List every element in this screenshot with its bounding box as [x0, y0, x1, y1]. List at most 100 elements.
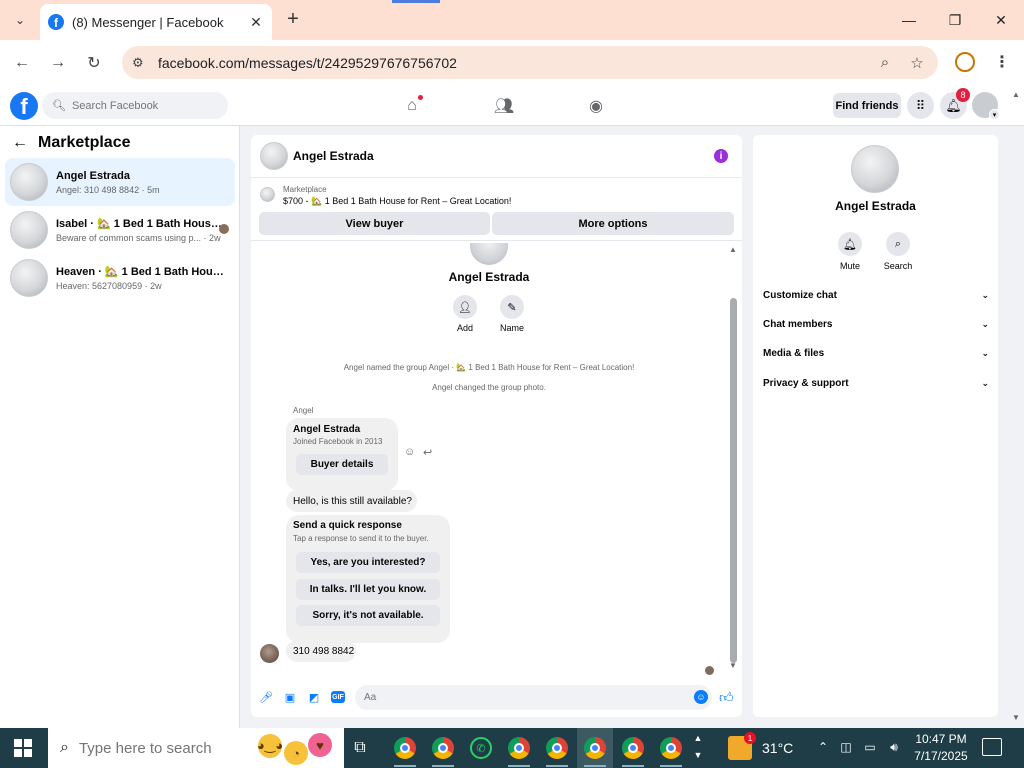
taskbar-scroll-arrows[interactable]: ▲ ▼ [692, 730, 704, 764]
reload-button[interactable]: ↻ [83, 52, 105, 74]
view-buyer-button[interactable]: View buyer [259, 212, 490, 235]
scrollbar-thumb[interactable] [730, 298, 737, 663]
buyer-details-button[interactable]: Buyer details [296, 454, 388, 475]
reply-icon[interactable]: ↩ [423, 446, 432, 459]
message-thread[interactable]: Angel Estrada 👤︎ Add ✎ Name Angel named … [251, 243, 742, 675]
listing-title[interactable]: $700 - 🏡 1 Bed 1 Bath House for Rent – G… [283, 196, 511, 207]
chrome-icon[interactable] [659, 736, 683, 760]
friends-icon[interactable]: 👥︎ [493, 95, 515, 117]
media-files-section[interactable]: Media & files ⌄ [763, 342, 989, 364]
new-tab-button[interactable]: + [282, 8, 304, 30]
task-view-icon[interactable]: ⧉ [348, 736, 372, 760]
notification-center-icon[interactable] [982, 738, 1002, 756]
search-in-chat-button[interactable]: ⌕ Search [873, 232, 923, 271]
groups-icon[interactable]: ◉ [585, 95, 607, 117]
menu-grid-icon[interactable]: ⠿ [907, 92, 934, 119]
quick-reply-in-talks-button[interactable]: In talks. I'll let you know. [296, 579, 440, 600]
thumbs-up-icon[interactable]: 👍︎ [719, 689, 734, 706]
avatar [10, 211, 48, 249]
address-bar[interactable]: ⚙ facebook.com/messages/t/24295297676756… [122, 46, 938, 79]
conversation-name: Heaven · 🏡 1 Bed 1 Bath House fo... [56, 266, 228, 278]
privacy-support-section[interactable]: Privacy & support ⌄ [763, 372, 989, 394]
site-settings-icon[interactable]: ⚙ [132, 55, 148, 71]
chrome-icon[interactable] [431, 736, 455, 760]
network-icon[interactable]: ▭ [862, 740, 878, 754]
profile-avatar[interactable] [851, 145, 899, 193]
more-options-button[interactable]: More options [492, 212, 734, 235]
heart-eyes-emoji-icon[interactable]: ♥ [308, 733, 332, 757]
browser-menu-icon[interactable]: ⋮ [994, 52, 1010, 72]
message-input[interactable] [364, 692, 684, 703]
info-icon[interactable]: i [714, 149, 728, 163]
chrome-icon[interactable] [545, 736, 569, 760]
volume-icon[interactable]: 🔊︎ [886, 740, 902, 755]
whatsapp-icon[interactable]: ✆ [469, 736, 493, 760]
conversation-item[interactable]: Angel Estrada Angel: 310 498 8842 · 5m [5, 158, 235, 206]
message-input-wrap[interactable]: ☺ [355, 685, 712, 710]
account-avatar[interactable]: ▾ [972, 92, 1000, 120]
restore-button[interactable]: ❐ [932, 6, 978, 34]
browser-profile-icon[interactable] [955, 52, 975, 72]
customize-chat-section[interactable]: Customize chat ⌄ [763, 284, 989, 306]
back-button[interactable]: ← [11, 52, 33, 74]
scroll-down-arrow[interactable]: ▼ [729, 661, 737, 670]
forward-button[interactable]: → [47, 52, 69, 74]
bell-icon: 🔔︎ [838, 232, 862, 256]
conversation-item[interactable]: Isabel · 🏡 1 Bed 1 Bath House f... Bewar… [5, 206, 235, 254]
group-avatar [470, 243, 508, 265]
browser-toolbar: ← → ↻ ⚙ facebook.com/messages/t/24295297… [0, 40, 1024, 86]
sender-avatar[interactable] [260, 644, 279, 663]
message-bubble[interactable]: Hello, is this still available? [286, 490, 417, 512]
page-scroll-up-arrow[interactable]: ▲ [1012, 90, 1020, 99]
add-member-button[interactable]: 👤︎ Add [440, 295, 490, 333]
group-name: Angel Estrada [448, 270, 530, 284]
scroll-up-arrow[interactable]: ▲ [729, 245, 737, 254]
system-clock[interactable]: 10:47 PM 7/17/2025 [906, 731, 976, 765]
listing-thumbnail [260, 187, 275, 202]
find-friends-button[interactable]: Find friends [833, 93, 901, 118]
bookmark-star-icon[interactable]: ☆ [906, 54, 928, 72]
mute-button[interactable]: 🔔︎ Mute [825, 232, 875, 271]
back-arrow-icon[interactable]: ← [12, 134, 28, 152]
facebook-search-input[interactable] [71, 99, 222, 112]
system-message: Angel changed the group photo. [432, 383, 546, 392]
emoji-icon[interactable]: ☺ [694, 690, 708, 704]
zoom-icon[interactable]: ⌕ [874, 54, 896, 71]
chat-title[interactable]: Angel Estrada [293, 149, 374, 163]
chat-members-section[interactable]: Chat members ⌄ [763, 313, 989, 335]
page-scroll-down-arrow[interactable]: ▼ [1012, 713, 1020, 722]
gif-icon[interactable]: GIF [331, 691, 345, 703]
conversation-item[interactable]: Heaven · 🏡 1 Bed 1 Bath House fo... Heav… [5, 254, 235, 302]
message-bubble[interactable]: 310 498 8842 [286, 640, 356, 662]
browser-tab[interactable]: f (8) Messenger | Facebook ✕ [40, 4, 272, 40]
taskbar-search-input[interactable] [78, 739, 239, 757]
camera-icon[interactable]: ◫ [838, 740, 854, 754]
chrome-icon[interactable] [393, 736, 417, 760]
minimize-button[interactable]: — [886, 6, 932, 34]
quick-reply-yes-button[interactable]: Yes, are you interested? [296, 552, 440, 573]
photo-icon[interactable]: ▣ [283, 690, 297, 704]
emoji-face-icon[interactable]: ◔ [284, 741, 308, 765]
emoji-face-icon[interactable]: ◕‿◕ [257, 734, 283, 758]
weather-widget[interactable]: 1 31°C [728, 732, 793, 760]
name-group-button[interactable]: ✎ Name [487, 295, 537, 333]
tab-close-icon[interactable]: ✕ [248, 14, 264, 31]
sticker-icon[interactable]: ◩ [307, 690, 321, 704]
avatar[interactable] [260, 142, 288, 170]
close-window-button[interactable]: ✕ [978, 6, 1024, 34]
tab-search-button[interactable]: ⌄ [8, 9, 32, 31]
microphone-icon[interactable]: 🎤︎ [259, 690, 273, 704]
chrome-icon[interactable] [507, 736, 531, 760]
show-hidden-icons-icon[interactable]: ⌃ [815, 740, 831, 754]
facebook-logo[interactable]: f [10, 92, 38, 120]
chrome-icon[interactable] [621, 736, 645, 760]
mute-label: Mute [839, 261, 860, 271]
windows-start-icon[interactable] [14, 739, 32, 757]
chrome-icon[interactable] [583, 736, 607, 760]
name-label: Name [499, 323, 524, 333]
facebook-search[interactable]: 🔍︎ [42, 92, 228, 119]
react-emoji-icon[interactable]: ☺ [404, 446, 415, 458]
home-notification-dot [418, 95, 423, 100]
quick-reply-not-available-button[interactable]: Sorry, it's not available. [296, 605, 440, 626]
url-text[interactable]: facebook.com/messages/t/2429529767675670… [158, 55, 874, 71]
